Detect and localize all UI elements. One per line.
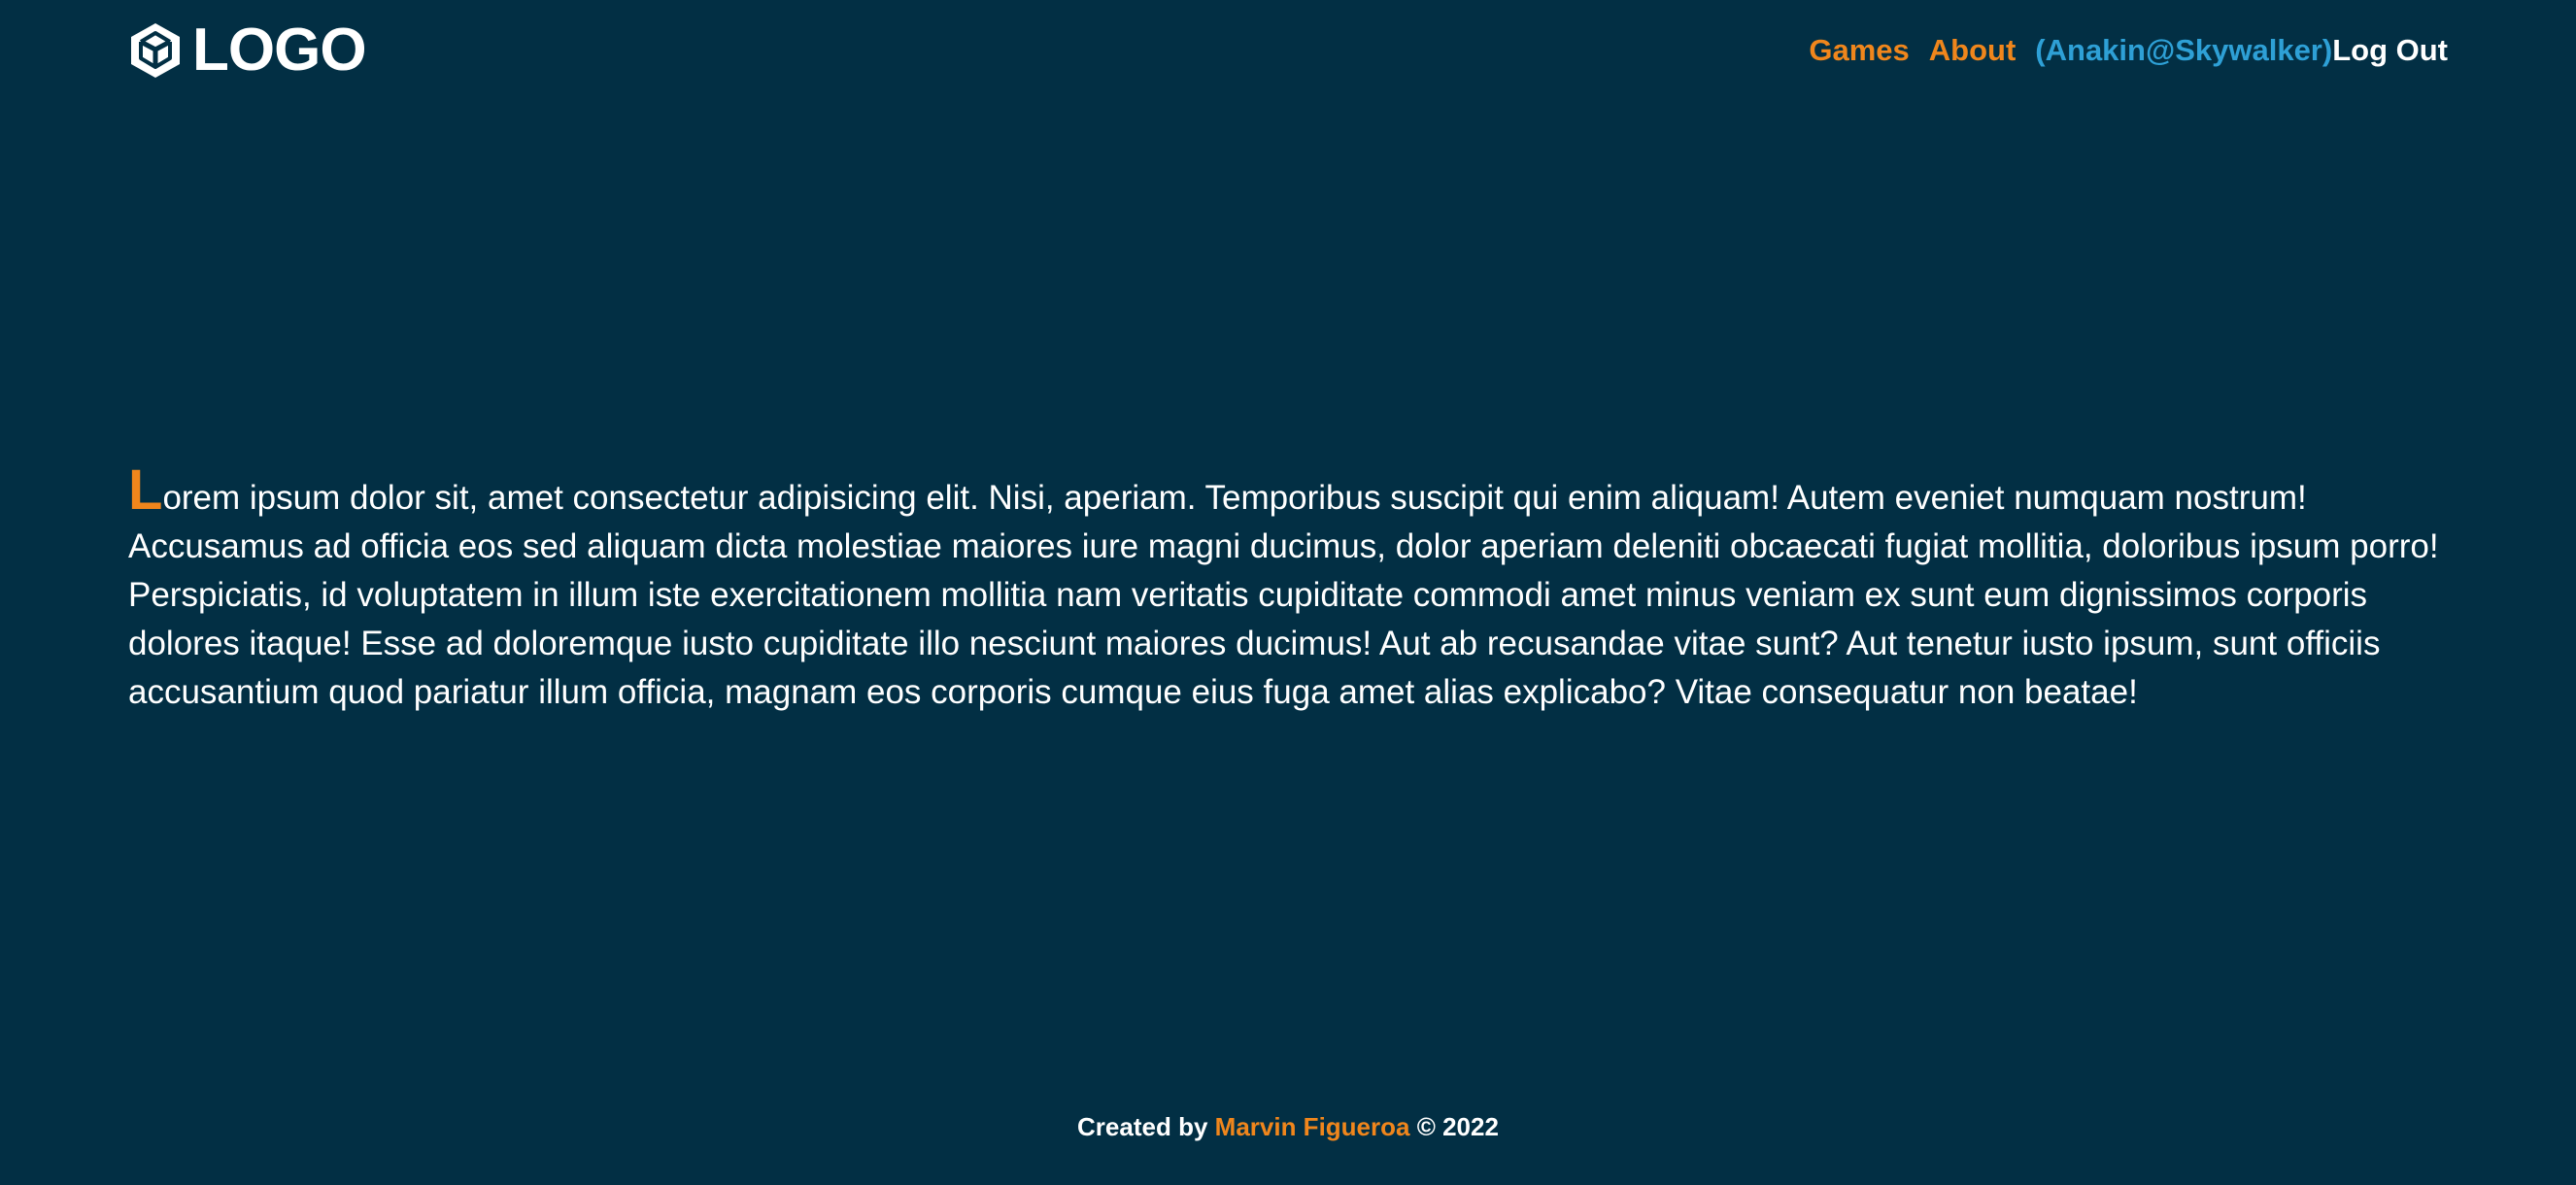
site-header: LOGO Games About (Anakin@Skywalker) Log … (128, 12, 2448, 89)
drop-cap: L (128, 458, 163, 522)
main-content: Lorem ipsum dolor sit, amet consectetur … (128, 462, 2448, 717)
nav-user-link[interactable]: (Anakin@Skywalker) (2035, 33, 2332, 68)
logo[interactable]: LOGO (128, 17, 367, 84)
footer-author-link[interactable]: Marvin Figueroa (1215, 1112, 1410, 1141)
logout-button[interactable]: Log Out (2332, 33, 2448, 68)
paragraph-text: orem ipsum dolor sit, amet consectetur a… (128, 479, 2439, 711)
footer-copyright: © 2022 (1416, 1112, 1499, 1141)
main-nav: Games About (Anakin@Skywalker) Log Out (1809, 33, 2448, 68)
lorem-paragraph: Lorem ipsum dolor sit, amet consectetur … (128, 462, 2448, 717)
cube-logo-icon (128, 21, 183, 80)
site-footer: Created by Marvin Figueroa © 2022 (0, 1112, 2576, 1142)
nav-link-games[interactable]: Games (1809, 33, 1909, 68)
nav-link-about[interactable]: About (1929, 33, 2017, 68)
footer-prefix: Created by (1077, 1112, 1208, 1141)
logo-text: LOGO (192, 17, 367, 84)
